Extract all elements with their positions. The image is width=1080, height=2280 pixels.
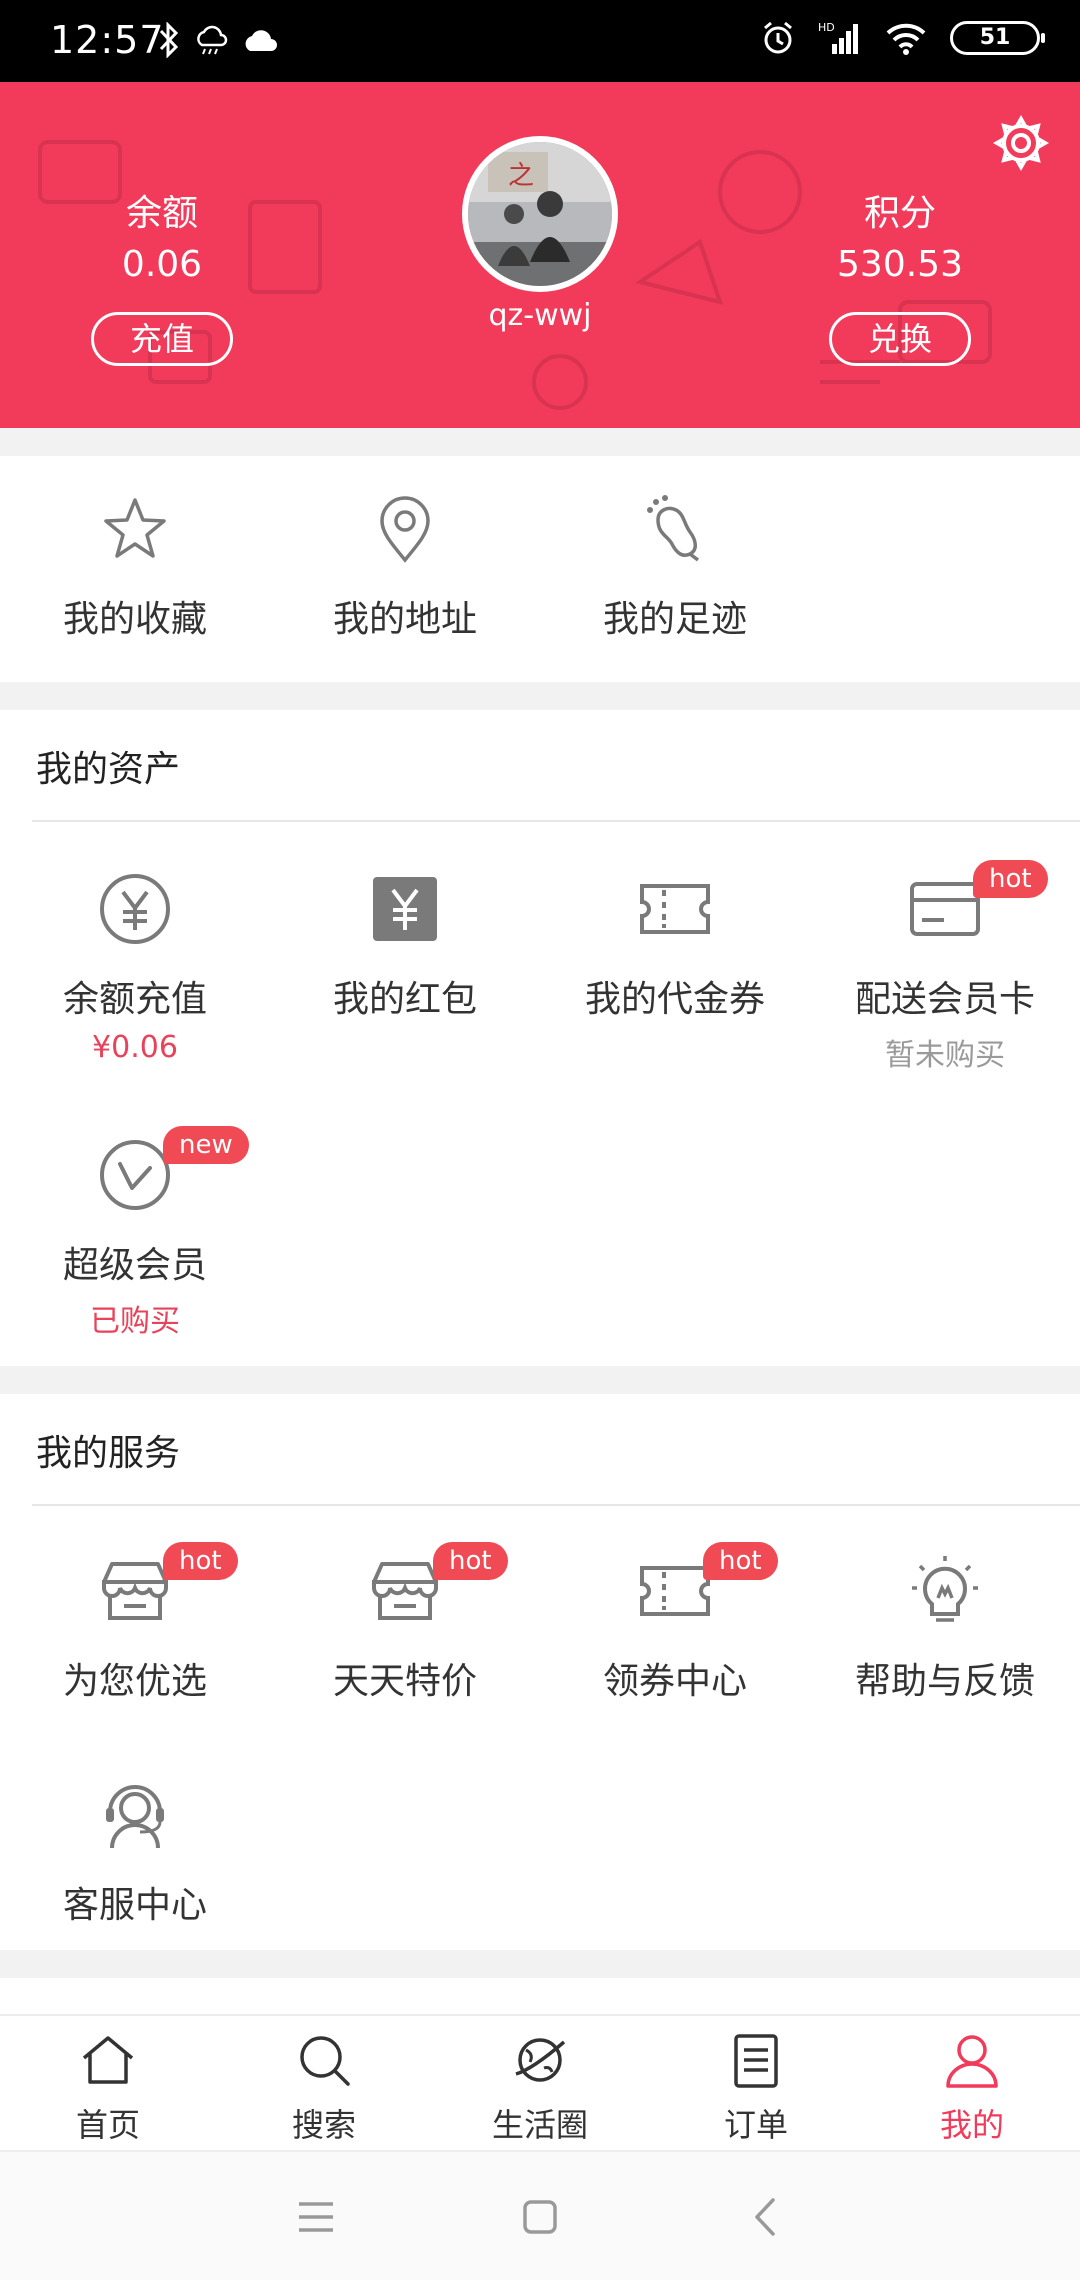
system-navigation-bar (0, 2150, 1080, 2280)
service-label: 天天特价 (332, 1661, 477, 1702)
user-icon (946, 2035, 998, 2088)
avatar-photo: 之 (468, 142, 612, 286)
service-label: 为您优选 (62, 1661, 207, 1702)
yuan-circle-icon (100, 874, 170, 944)
section-footer (0, 1978, 1080, 2014)
asset-status: 暂未购买 (885, 1038, 1005, 1073)
asset-super-member[interactable]: new 超级会员 已购买 (0, 1126, 270, 1340)
bluetooth-icon (159, 22, 179, 58)
quick-link-address[interactable]: 我的地址 (305, 494, 505, 642)
username: qz-wwj (488, 298, 592, 333)
tab-mine[interactable]: 我的 (882, 2030, 1062, 2146)
menu-icon[interactable] (293, 2194, 339, 2240)
svg-text:之: 之 (508, 161, 534, 191)
settings-gear-icon[interactable] (992, 114, 1050, 172)
tab-label: 订单 (723, 2106, 788, 2144)
cloud-icon (245, 30, 277, 51)
balance-value: 0.06 (121, 244, 203, 285)
asset-voucher[interactable]: 我的代金券 (540, 872, 810, 1022)
my-assets-section: 我的资产 余额充值 ¥0.06 我的红包 我的代金券 hot 配送会员卡 暂未购… (0, 710, 1080, 1366)
search-icon (300, 2036, 350, 2086)
quick-link-label: 我的收藏 (62, 599, 207, 640)
asset-balance-value: ¥0.06 (92, 1030, 178, 1065)
service-customer-service[interactable]: 客服中心 (0, 1778, 270, 1928)
battery-indicator: 51 (950, 21, 1045, 55)
member-card-icon (910, 882, 980, 936)
location-pin-icon (380, 496, 430, 563)
store-icon (372, 1562, 438, 1620)
asset-label: 超级会员 (62, 1245, 207, 1286)
star-icon (104, 498, 166, 558)
hot-badge: hot (703, 1542, 778, 1580)
tab-label: 搜索 (291, 2106, 356, 2144)
planet-icon (515, 2038, 566, 2082)
profile-header: 余额 0.06 充值 之 qz-wwj 积分 530.53 兑换 (0, 82, 1080, 428)
divider (32, 1504, 1080, 1506)
avatar[interactable]: 之 (462, 136, 618, 292)
balance-label: 余额 (125, 193, 198, 234)
service-daily-deals[interactable]: hot 天天特价 (270, 1542, 540, 1704)
quick-link-label: 我的地址 (332, 599, 477, 640)
balance-stat: 余额 0.06 充值 (52, 192, 272, 366)
asset-label: 配送会员卡 (854, 979, 1035, 1020)
tab-label: 生活圈 (491, 2106, 588, 2144)
service-label: 领券中心 (602, 1661, 747, 1702)
asset-delivery-member-card[interactable]: hot 配送会员卡 暂未购买 (810, 860, 1080, 1074)
section-title: 我的服务 (36, 1433, 181, 1474)
coupon-icon (640, 1566, 710, 1616)
store-icon (102, 1562, 168, 1620)
svg-text:HD: HD (818, 21, 835, 34)
quick-links: 我的收藏 我的地址 我的足迹 (0, 456, 1080, 682)
tab-search[interactable]: 搜索 (234, 2030, 414, 2146)
super-member-icon (100, 1140, 170, 1210)
tab-home[interactable]: 首页 (18, 2030, 198, 2146)
quick-link-favorites[interactable]: 我的收藏 (35, 494, 235, 642)
tab-label: 我的 (939, 2106, 1004, 2144)
asset-label: 我的红包 (332, 979, 477, 1020)
section-title: 我的资产 (36, 749, 181, 790)
tab-orders[interactable]: 订单 (666, 2030, 846, 2146)
recharge-button[interactable]: 充值 (91, 312, 233, 366)
voucher-icon (640, 884, 710, 934)
bottom-tab-bar: 首页 搜索 生活圈 订单 我的 (0, 2014, 1080, 2150)
status-time: 12:57 (50, 18, 165, 62)
service-help-feedback[interactable]: 帮助与反馈 (810, 1554, 1080, 1704)
points-label: 积分 (863, 193, 936, 234)
back-icon[interactable] (743, 2194, 789, 2240)
service-label: 客服中心 (62, 1885, 207, 1926)
tab-life-circle[interactable]: 生活圈 (450, 2030, 630, 2146)
asset-label: 余额充值 (62, 979, 207, 1020)
service-label: 帮助与反馈 (854, 1661, 1035, 1702)
divider (32, 820, 1080, 822)
order-list-icon (734, 2034, 778, 2088)
customer-service-icon (106, 1785, 164, 1849)
red-packet-icon (373, 877, 437, 941)
hot-badge: hot (973, 860, 1048, 898)
service-coupon-center[interactable]: hot 领券中心 (540, 1542, 810, 1704)
asset-label: 我的代金券 (584, 979, 765, 1020)
new-badge: new (163, 1126, 249, 1164)
footprint-icon (647, 495, 700, 562)
hot-badge: hot (433, 1542, 508, 1580)
points-stat: 积分 530.53 兑换 (790, 192, 1010, 366)
wifi-icon (886, 23, 926, 55)
asset-balance-recharge[interactable]: 余额充值 ¥0.06 (0, 872, 270, 1065)
my-services-section: 我的服务 hot 为您优选 hot 天天特价 hot 领券中心 帮助与反馈 客服… (0, 1394, 1080, 1950)
signal-icon: HD (818, 21, 858, 54)
cloud-rain-icon (197, 25, 228, 55)
redeem-button[interactable]: 兑换 (829, 312, 971, 366)
status-bar: 12:57 HD 51 (0, 0, 1080, 82)
alarm-icon (764, 21, 792, 54)
asset-status: 已购买 (90, 1304, 180, 1339)
hot-badge: hot (163, 1542, 238, 1580)
lightbulb-icon (912, 1556, 978, 1622)
asset-red-packet[interactable]: 我的红包 (270, 872, 540, 1022)
home-icon (82, 2036, 134, 2084)
quick-link-label: 我的足迹 (602, 599, 747, 640)
quick-link-footprints[interactable]: 我的足迹 (575, 494, 775, 642)
tab-label: 首页 (75, 2106, 140, 2144)
home-square-icon[interactable] (517, 2194, 563, 2240)
points-value: 530.53 (837, 244, 963, 285)
service-recommended[interactable]: hot 为您优选 (0, 1542, 270, 1704)
